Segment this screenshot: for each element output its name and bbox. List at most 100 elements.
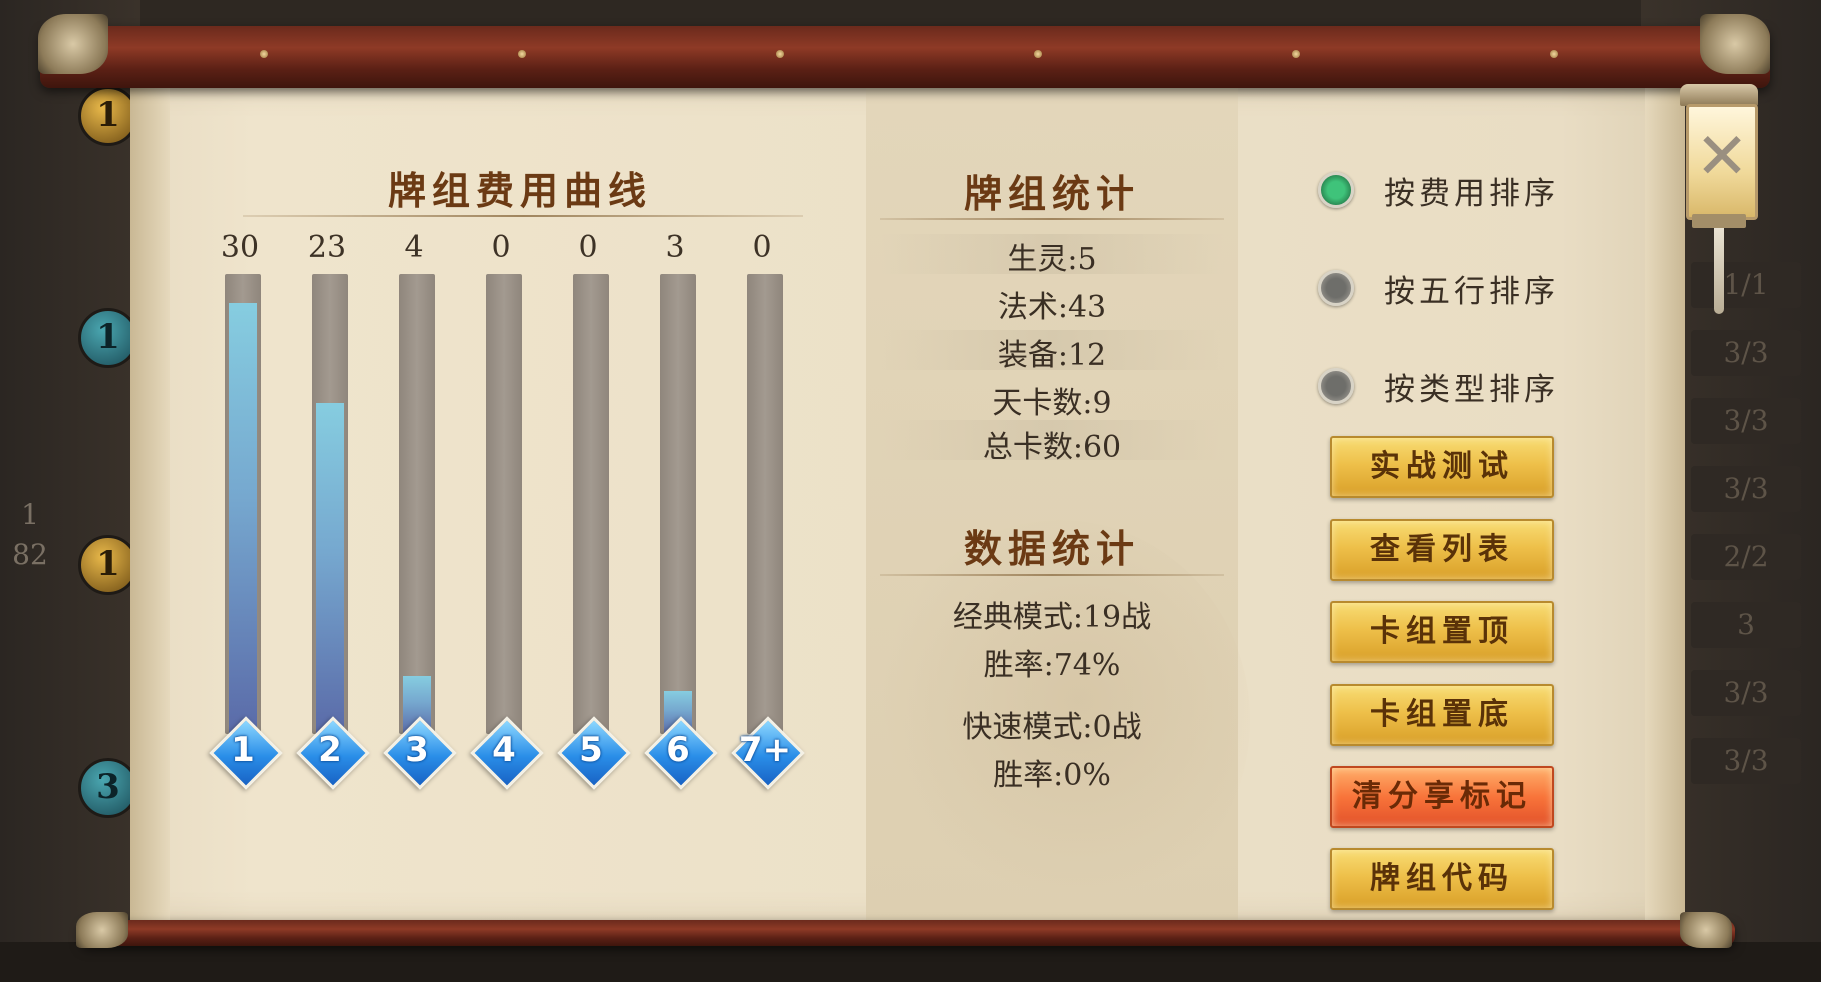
stat-total-cards: 总卡数:60	[982, 430, 1122, 465]
rod-end-ornament	[76, 912, 128, 948]
close-button[interactable]: ✕	[1686, 104, 1758, 220]
rod-end-ornament	[1700, 14, 1770, 74]
view-list-button[interactable]: 查看列表	[1330, 519, 1554, 581]
background-badge: 3	[78, 758, 138, 818]
cost-gem-icon: 1	[209, 716, 283, 790]
cost-bar-2: 23 2	[296, 230, 370, 840]
bar-track	[225, 274, 261, 734]
deck-code-button[interactable]: 牌组代码	[1330, 848, 1554, 910]
background-count: 3/3	[1691, 738, 1801, 784]
bar-track	[660, 274, 696, 734]
clear-share-mark-button[interactable]: 清分享标记	[1330, 766, 1554, 828]
cost-curve-chart: 30 1 23 2 4 3 0 4 0 5 3 6 0 7+	[209, 230, 830, 840]
bar-track	[399, 274, 435, 734]
radio-label: 按类型排序	[1384, 371, 1559, 408]
background-badge: 1	[78, 535, 138, 595]
quick-mode-battles: 快速模式:0战	[962, 710, 1142, 745]
cost-gem-label: 3	[405, 730, 429, 770]
bar-fill	[229, 303, 257, 734]
cost-bar-6: 3 6	[644, 230, 718, 840]
bar-count-label: 0	[578, 230, 598, 265]
cost-gem-icon: 3	[383, 716, 457, 790]
background-pager: 1 82	[10, 495, 50, 575]
cost-gem-label: 6	[666, 730, 690, 770]
cost-bar-3: 4 3	[383, 230, 457, 840]
rod-stud	[518, 50, 526, 58]
cost-gem-icon: 2	[296, 716, 370, 790]
close-lantern: ✕	[1672, 84, 1766, 314]
background-badge: 1	[78, 308, 138, 368]
scroll-edge-left	[130, 84, 170, 924]
background-left-panel: 1 1 1 3 1 82	[0, 0, 140, 982]
radio-icon	[1318, 270, 1354, 306]
rod-stud	[1034, 50, 1042, 58]
background-count: 3/3	[1691, 330, 1801, 376]
rod-end-ornament	[1680, 912, 1732, 948]
radio-label: 按五行排序	[1384, 273, 1559, 310]
cost-gem-icon: 6	[644, 716, 718, 790]
scroll-rod-bottom	[80, 920, 1735, 946]
sort-by-cost-radio[interactable]: 按费用排序	[1318, 168, 1559, 212]
bar-track	[486, 274, 522, 734]
radio-icon	[1318, 368, 1354, 404]
classic-mode-battles: 经典模式:19战	[952, 600, 1152, 635]
title-divider	[880, 218, 1224, 220]
cost-gem-label: 4	[492, 730, 516, 770]
bar-track	[312, 274, 348, 734]
cost-bar-4: 0 4	[470, 230, 544, 840]
rod-stud	[1550, 50, 1558, 58]
rod-stud	[1292, 50, 1300, 58]
cost-gem-label: 1	[231, 730, 255, 770]
cost-curve-title: 牌组费用曲线	[387, 168, 652, 213]
rod-stud	[260, 50, 268, 58]
radio-icon	[1318, 172, 1354, 208]
stat-spells: 法术:43	[997, 290, 1107, 325]
bar-count-label: 0	[752, 230, 772, 265]
pager-current: 1	[21, 498, 39, 531]
background-count: 3/3	[1691, 670, 1801, 716]
bar-count-label: 0	[491, 230, 511, 265]
cost-gem-icon: 5	[557, 716, 631, 790]
background-count: 2/2	[1691, 534, 1801, 580]
bar-count-label: 4	[404, 230, 424, 265]
stat-sky-cards: 天卡数:9	[992, 386, 1112, 421]
background-count: 3	[1691, 602, 1801, 648]
bar-count-label: 3	[665, 230, 685, 265]
rod-stud	[776, 50, 784, 58]
scroll-rod-top	[40, 26, 1770, 88]
bar-count-label: 23	[307, 230, 347, 265]
classic-mode-winrate: 胜率:74%	[983, 648, 1121, 683]
cost-gem-icon: 7+	[731, 716, 805, 790]
lantern-base	[1692, 214, 1746, 228]
pin-deck-bottom-button[interactable]: 卡组置底	[1330, 684, 1554, 746]
background-count: 3/3	[1691, 398, 1801, 444]
cost-gem-icon: 4	[470, 716, 544, 790]
pager-total: 82	[12, 538, 48, 571]
bar-count-label: 30	[220, 230, 260, 265]
cost-gem-label: 5	[579, 730, 603, 770]
title-divider	[880, 574, 1224, 576]
background-badge: 1	[78, 86, 138, 146]
battle-test-button[interactable]: 实战测试	[1330, 436, 1554, 498]
radio-label: 按费用排序	[1384, 175, 1559, 212]
rod-end-ornament	[38, 14, 108, 74]
data-stats-title: 数据统计	[963, 526, 1140, 571]
stat-creatures: 生灵:5	[1007, 242, 1097, 277]
quick-mode-winrate: 胜率:0%	[993, 758, 1111, 793]
lantern-tassel	[1714, 228, 1724, 314]
cost-bar-5: 0 5	[557, 230, 631, 840]
background-count: 3/3	[1691, 466, 1801, 512]
sort-by-type-radio[interactable]: 按类型排序	[1318, 364, 1559, 408]
background-bottom-bar	[0, 942, 1821, 982]
cost-gem-label: 2	[318, 730, 342, 770]
deck-stats-title: 牌组统计	[963, 171, 1140, 216]
cost-gem-label: 7+	[738, 730, 792, 770]
pin-deck-top-button[interactable]: 卡组置顶	[1330, 601, 1554, 663]
cost-bar-1: 30 1	[209, 230, 283, 840]
title-divider	[243, 215, 803, 217]
bar-fill	[316, 403, 344, 734]
sort-by-element-radio[interactable]: 按五行排序	[1318, 266, 1559, 310]
stat-equipment: 装备:12	[997, 338, 1107, 373]
bar-track	[573, 274, 609, 734]
cost-bar-7: 0 7+	[731, 230, 805, 840]
